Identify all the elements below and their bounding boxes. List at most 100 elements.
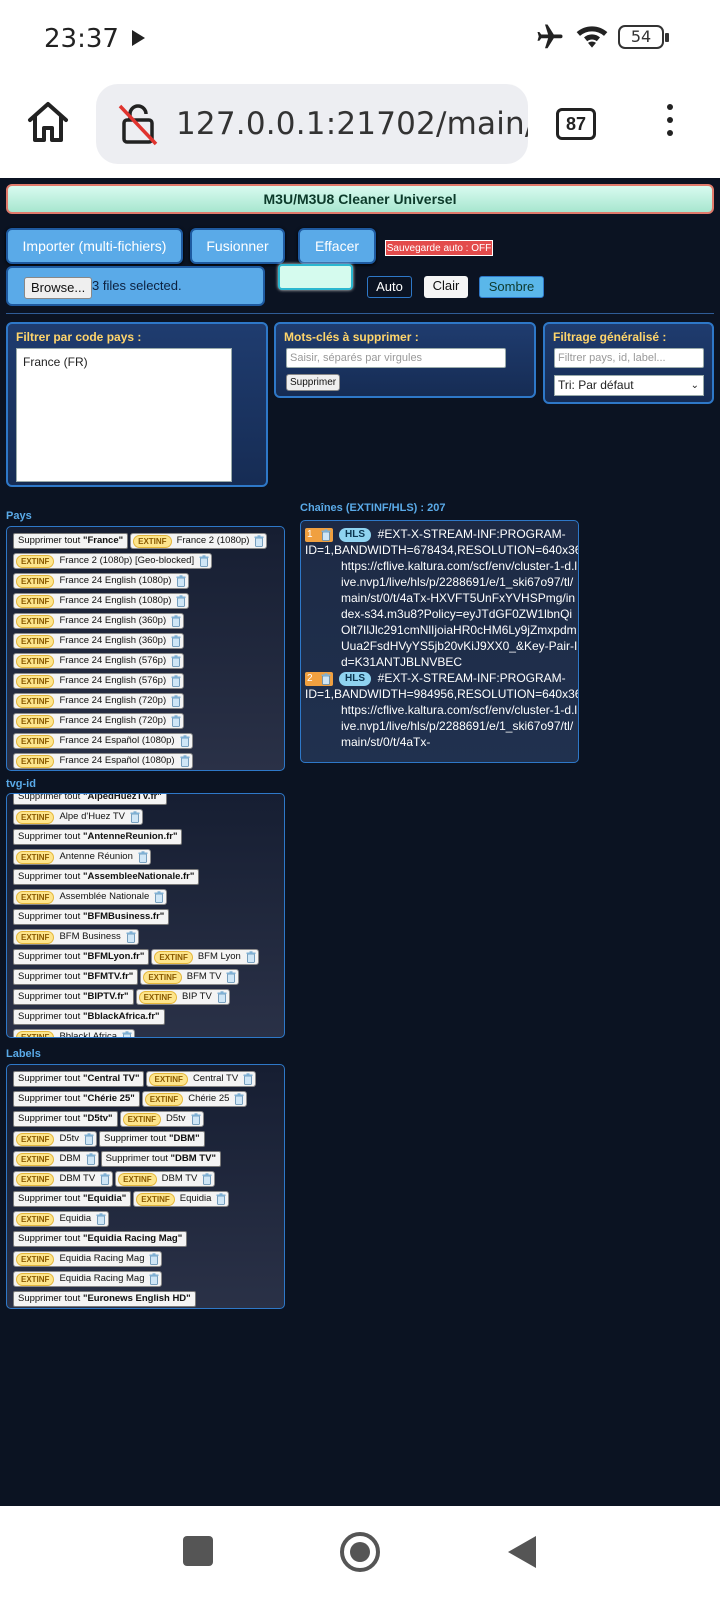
back-button[interactable] <box>508 1536 536 1568</box>
url-text[interactable]: 127.0.0.1:21702/main/0/s <box>176 106 528 142</box>
channel-chip[interactable]: EXTINF DBM <box>13 1151 99 1167</box>
trash-icon[interactable] <box>234 1093 244 1105</box>
trash-icon[interactable] <box>138 851 148 863</box>
theme-auto-button[interactable]: Auto <box>367 276 412 298</box>
channel-chip[interactable]: EXTINF Equidia <box>133 1191 230 1207</box>
channel-chip[interactable]: EXTINF Equidia Racing Mag <box>13 1251 163 1267</box>
trash-icon[interactable] <box>176 595 186 607</box>
trash-icon[interactable] <box>321 673 331 690</box>
delete-all-button[interactable]: Supprimer tout "Euronews English HD" <box>13 1291 196 1307</box>
channel-chip[interactable]: EXTINF BFM TV <box>140 969 240 985</box>
delete-all-button[interactable]: Supprimer tout "Equidia" <box>13 1191 132 1207</box>
stream-url[interactable]: https://cflive.kaltura.com/scf/env/clust… <box>301 702 578 750</box>
delete-all-button[interactable]: Supprimer tout "Chérie 25" <box>13 1091 140 1107</box>
home-nav-button[interactable] <box>340 1532 380 1572</box>
stream-url[interactable]: https://cflive.kaltura.com/scf/env/clust… <box>301 558 578 670</box>
trash-icon[interactable] <box>226 971 236 983</box>
delete-all-button[interactable]: Supprimer tout "DBM TV" <box>100 1151 221 1167</box>
trash-icon[interactable] <box>202 1173 212 1185</box>
channel-chip[interactable]: EXTINF France 24 Español (1080p) <box>13 753 193 769</box>
trash-icon[interactable] <box>191 1113 201 1125</box>
delete-all-button[interactable]: Supprimer tout "DBM" <box>99 1131 205 1147</box>
tab-switcher-button[interactable]: 87 <box>556 108 596 140</box>
channel-chip[interactable]: EXTINF D5tv <box>13 1131 97 1147</box>
merge-button[interactable]: Fusionner <box>190 228 285 264</box>
trash-icon[interactable] <box>176 575 186 587</box>
import-button[interactable]: Importer (multi-fichiers) <box>6 228 183 264</box>
trash-icon[interactable] <box>171 715 181 727</box>
channel-chip[interactable]: EXTINF France 24 English (720p) <box>13 713 185 729</box>
channel-chip[interactable]: EXTINF BFM Business <box>13 929 139 945</box>
trash-icon[interactable] <box>86 1153 96 1165</box>
trash-icon[interactable] <box>130 811 140 823</box>
channel-chip[interactable]: EXTINF France 24 English (360p) <box>13 633 185 649</box>
overflow-menu-icon[interactable] <box>660 104 680 144</box>
trash-icon[interactable] <box>154 891 164 903</box>
channel-chip[interactable]: EXTINF Central TV <box>146 1071 257 1087</box>
trash-icon[interactable] <box>171 615 181 627</box>
channel-chip[interactable]: EXTINF France 24 Español (1080p) <box>13 733 193 749</box>
channel-chip[interactable]: EXTINF France 24 English (576p) <box>13 673 185 689</box>
channel-chip[interactable]: EXTINF France 24 English (1080p) <box>13 573 190 589</box>
channel-chip[interactable]: EXTINF DBM TV <box>13 1171 114 1187</box>
delete-all-button[interactable]: Supprimer tout "BIPTV.fr" <box>13 989 134 1005</box>
channel-chip[interactable]: EXTINF BIP TV <box>135 989 230 1005</box>
trash-icon[interactable] <box>180 755 190 767</box>
channel-chip[interactable]: EXTINF Assemblée Nationale <box>13 889 168 905</box>
channel-chip[interactable]: EXTINF France 24 English (360p) <box>13 613 185 629</box>
insecure-lock-icon[interactable] <box>116 102 160 146</box>
keywords-input[interactable]: Saisir, séparés par virgules <box>286 348 506 368</box>
channel-chip[interactable]: EXTINF Alpe d'Huez TV <box>13 809 143 825</box>
delete-all-button[interactable]: Supprimer tout "AntenneReunion.fr" <box>13 829 183 845</box>
channel-chip[interactable]: EXTINF DBM TV <box>115 1171 216 1187</box>
autosave-toggle[interactable]: Sauvegarde auto : OFF <box>385 240 493 256</box>
country-select[interactable]: France (FR) <box>16 348 232 482</box>
trash-icon[interactable] <box>217 991 227 1003</box>
channel-chip[interactable]: EXTINF BFM Lyon <box>151 949 259 965</box>
trash-icon[interactable] <box>171 655 181 667</box>
country-option[interactable]: France (FR) <box>23 355 88 369</box>
channel-chip[interactable]: EXTINF France 24 English (1080p) <box>13 593 190 609</box>
delete-all-button[interactable]: Supprimer tout "BblackAfrica.fr" <box>13 1009 165 1025</box>
home-icon[interactable] <box>24 98 72 146</box>
theme-light-button[interactable]: Clair <box>424 276 468 298</box>
delete-keywords-button[interactable]: Supprimer <box>286 374 341 391</box>
sort-value[interactable]: Tri: Par défaut <box>558 378 634 392</box>
delete-all-button[interactable]: Supprimer tout "AssembleeNationale.fr" <box>13 869 200 885</box>
trash-icon[interactable] <box>216 1193 226 1205</box>
delete-all-button[interactable]: Supprimer tout "AlpedHuezTV.fr" <box>13 794 167 805</box>
delete-all-button[interactable]: Supprimer tout "Central TV" <box>13 1071 145 1087</box>
recents-button[interactable] <box>183 1536 213 1566</box>
delete-all-button[interactable]: Supprimer tout "BFMTV.fr" <box>13 969 139 985</box>
channel-chip[interactable]: EXTINF France 24 English (576p) <box>13 653 185 669</box>
trash-icon[interactable] <box>100 1173 110 1185</box>
channel-chip[interactable]: EXTINF France 2 (1080p) <box>130 533 268 549</box>
trash-icon[interactable] <box>243 1073 253 1085</box>
trash-icon[interactable] <box>149 1253 159 1265</box>
trash-icon[interactable] <box>122 1031 132 1037</box>
delete-all-button[interactable]: Supprimer tout "BFMBusiness.fr" <box>13 909 170 925</box>
trash-icon[interactable] <box>149 1273 159 1285</box>
color-picker[interactable] <box>278 264 353 290</box>
theme-dark-button[interactable]: Sombre <box>479 276 544 298</box>
channel-chip[interactable]: EXTINF Antenne Réunion <box>13 849 151 865</box>
trash-icon[interactable] <box>126 931 136 943</box>
trash-icon[interactable] <box>246 951 256 963</box>
trash-icon[interactable] <box>171 635 181 647</box>
trash-icon[interactable] <box>199 555 209 567</box>
channel-chip[interactable]: EXTINF France 24 English (720p) <box>13 693 185 709</box>
delete-all-button[interactable]: Supprimer tout "D5tv" <box>13 1111 118 1127</box>
channel-chip[interactable]: EXTINF France 2 (1080p) [Geo-blocked] <box>13 553 213 569</box>
trash-icon[interactable] <box>84 1133 94 1145</box>
trash-icon[interactable] <box>254 535 264 547</box>
delete-all-button[interactable]: Supprimer tout "Equidia Racing Mag" <box>13 1231 188 1247</box>
channel-chip[interactable]: EXTINF Equidia <box>13 1211 110 1227</box>
delete-all-button[interactable]: Supprimer tout "BFMLyon.fr" <box>13 949 150 965</box>
trash-icon[interactable] <box>180 735 190 747</box>
channel-chip[interactable]: EXTINF Chérie 25 <box>141 1091 248 1107</box>
delete-all-button[interactable]: Supprimer tout "France" <box>13 533 129 549</box>
browse-button[interactable]: Browse... <box>24 277 93 299</box>
clear-button[interactable]: Effacer <box>298 228 376 264</box>
trash-icon[interactable] <box>96 1213 106 1225</box>
sort-select[interactable]: Tri: Par défaut ⌄ <box>554 375 704 396</box>
